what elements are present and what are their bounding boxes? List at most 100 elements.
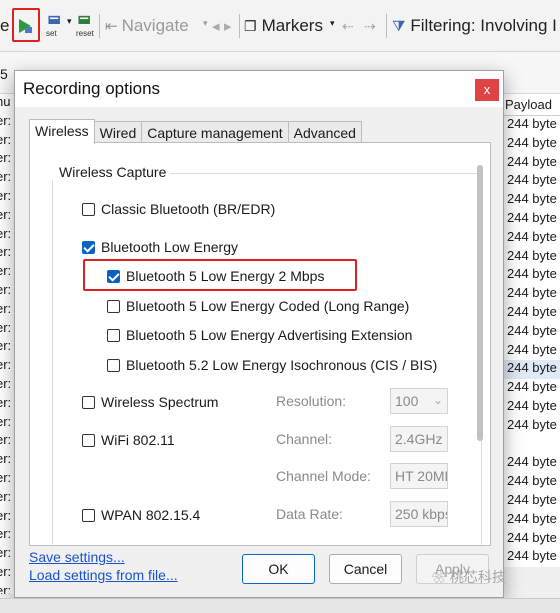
next-marker-icon[interactable]: ⇢ (364, 12, 376, 40)
panel-scrollbar[interactable] (475, 153, 485, 548)
table-row[interactable]: 244 byte (503, 247, 560, 267)
prev-marker-icon[interactable]: ⇠ (342, 12, 354, 40)
ble-2mbps-option[interactable]: Bluetooth 5 Low Energy 2 Mbps (107, 268, 324, 284)
payload-column: 244 byte 244 byte 244 byte 244 byte 244 byte… (503, 116, 560, 568)
ble-coded-checkbox[interactable] (107, 299, 120, 313)
cancel-button[interactable]: Cancel (329, 554, 402, 584)
toolbar-partial-label: e (0, 16, 10, 35)
markers-label: Markers (261, 16, 323, 35)
table-row[interactable]: 244 byte (503, 416, 560, 436)
tab-wireless[interactable]: Wireless (29, 119, 95, 144)
ok-button[interactable]: OK (242, 554, 315, 584)
ble-checkbox[interactable] (82, 240, 95, 254)
table-cell-partial: er: (0, 131, 12, 147)
table-cell-partial: er: (0, 150, 12, 166)
classic-bluetooth-checkbox[interactable] (82, 202, 95, 216)
scrollbar-thumb[interactable] (477, 165, 483, 441)
ble-adv-ext-checkbox[interactable] (107, 328, 120, 342)
table-row[interactable]: 244 byte (503, 473, 560, 492)
table-row[interactable]: 244 byte (503, 360, 560, 380)
table-cell-partial: er: (0, 545, 12, 561)
resolution-select[interactable]: 100 ⌄ (390, 388, 448, 414)
ble-iso-option[interactable]: Bluetooth 5.2 Low Energy Isochronous (CI… (107, 357, 437, 373)
data-rate-select[interactable]: 250 kbps (390, 501, 448, 527)
table-row[interactable]: 244 byte (503, 322, 560, 342)
table-row[interactable]: 244 byte (503, 491, 560, 511)
table-row[interactable]: 244 byte (503, 379, 560, 398)
watermark-text: 桃芯科技 (449, 569, 506, 585)
table-row[interactable]: 244 byte (503, 153, 560, 173)
table-cell-partial: er: (0, 112, 12, 128)
group-title: Wireless Capture (51, 164, 171, 180)
wifi-label: WiFi 802.11 (101, 432, 175, 448)
markers-button[interactable]: ❐ Markers (244, 12, 323, 40)
set-dropdown-icon[interactable]: ▾ (67, 16, 72, 27)
ble-iso-label: Bluetooth 5.2 Low Energy Isochronous (CI… (126, 357, 438, 373)
table-row-gap (503, 435, 560, 455)
wifi-option[interactable]: WiFi 802.11 (82, 432, 175, 448)
wireless-spectrum-checkbox[interactable] (82, 395, 95, 409)
save-settings-link[interactable]: Save settings... (29, 549, 125, 565)
load-settings-link[interactable]: Load settings from file... (29, 567, 178, 583)
close-button[interactable]: x (475, 79, 499, 101)
classic-bluetooth-label: Classic Bluetooth (BR/EDR) (101, 201, 276, 217)
data-rate-label: Data Rate: (276, 506, 343, 522)
dialog-title: Recording options (23, 79, 161, 98)
ble-adv-ext-option[interactable]: Bluetooth 5 Low Energy Advertising Exten… (107, 327, 412, 343)
set-label: set (46, 29, 57, 38)
table-row[interactable]: 244 byte (503, 172, 560, 192)
table-row[interactable]: 244 byte (503, 397, 560, 417)
table-row[interactable]: 244 byte (503, 510, 560, 530)
tab-advanced[interactable]: Advanced (287, 121, 362, 143)
ble-coded-option[interactable]: Bluetooth 5 Low Energy Coded (Long Range… (107, 298, 409, 314)
forward-icon[interactable]: ▸ (224, 12, 232, 40)
table-cell-partial: er: (0, 357, 12, 373)
filtering-button[interactable]: ⧩ Filtering: Involving I (392, 12, 557, 40)
ble-option[interactable]: Bluetooth Low Energy (82, 239, 238, 255)
markers-dropdown-icon[interactable]: ▾ (330, 18, 335, 29)
dialog-titlebar[interactable]: Recording options x (15, 71, 503, 107)
table-row[interactable]: 244 byte (503, 209, 560, 229)
navigate-label: Navigate (121, 16, 189, 35)
table-row[interactable]: 244 byte (503, 341, 560, 361)
table-cell-partial: er: (0, 451, 12, 467)
table-row[interactable]: 244 byte (503, 191, 560, 210)
table-cell-partial: er: (0, 319, 12, 335)
navigate-dropdown-icon[interactable]: ▾ (203, 18, 208, 29)
tab-capture-management[interactable]: Capture management (141, 121, 289, 143)
ble-iso-checkbox[interactable] (107, 358, 120, 372)
ble-2mbps-checkbox[interactable] (107, 269, 120, 283)
toolbar-divider (99, 14, 100, 38)
ble-coded-label: Bluetooth 5 Low Energy Coded (Long Range… (126, 298, 410, 314)
table-row[interactable]: 244 byte (503, 303, 560, 323)
table-row[interactable]: 244 byte (503, 285, 560, 304)
watermark: ❀ 桃芯科技 (432, 567, 506, 587)
table-row[interactable]: 244 byte (503, 266, 560, 286)
table-row[interactable]: 244 byte (503, 228, 560, 248)
table-row[interactable]: 244 byte (503, 548, 560, 568)
ble-adv-ext-label: Bluetooth 5 Low Energy Advertising Exten… (126, 327, 413, 343)
background-partial-label: 5 (0, 66, 8, 82)
channel-select[interactable]: 2.4GHz c (390, 426, 448, 452)
table-cell-partial: er: (0, 488, 12, 504)
toolbar-divider (386, 14, 387, 38)
table-row[interactable]: 244 byte (503, 454, 560, 474)
channel-mode-select[interactable]: HT 20MH (390, 463, 448, 489)
resolution-value: 100 (395, 393, 419, 409)
table-row[interactable]: 244 byte (503, 116, 560, 135)
wifi-checkbox[interactable] (82, 433, 95, 447)
wpan-checkbox[interactable] (82, 508, 95, 522)
navigate-button[interactable]: ⇤ Navigate (105, 12, 189, 40)
wireless-spectrum-option[interactable]: Wireless Spectrum (82, 394, 218, 410)
payload-column-header[interactable]: Payload (503, 94, 560, 116)
wpan-option[interactable]: WPAN 802.15.4 (82, 507, 200, 523)
tab-wired[interactable]: Wired (93, 121, 143, 143)
toolbar-divider (239, 14, 240, 38)
table-cell-partial: er: (0, 394, 12, 410)
classic-bluetooth-option[interactable]: Classic Bluetooth (BR/EDR) (82, 201, 275, 217)
table-cell-partial: er: (0, 300, 12, 316)
table-row[interactable]: 244 byte (503, 134, 560, 154)
table-row[interactable]: 244 byte (503, 529, 560, 549)
filter-icon: ⧩ (392, 17, 406, 35)
back-icon[interactable]: ◂ (212, 12, 220, 40)
